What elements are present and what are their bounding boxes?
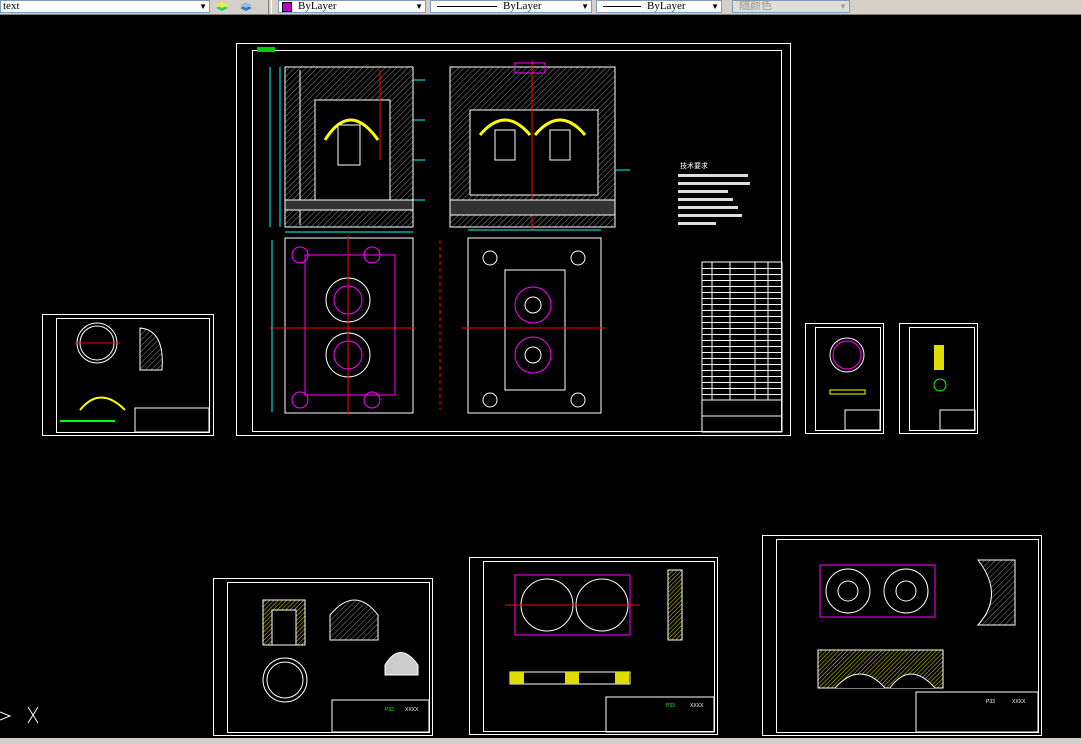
svg-text:P33: P33 <box>385 707 394 713</box>
plan-view-left <box>270 231 415 415</box>
part-sheet-3 <box>899 323 978 434</box>
section-view-right <box>449 60 630 230</box>
svg-text:XXXX: XXXX <box>690 703 704 709</box>
chevron-down-icon: ▼ <box>199 2 207 11</box>
color-swatch <box>282 1 292 12</box>
plan-view-right <box>462 229 605 414</box>
ucs-icon <box>0 706 39 724</box>
chevron-down-icon: ▼ <box>581 2 589 11</box>
part-sheet-4: P33 XXXX <box>213 578 433 736</box>
main-assembly-sheet: 技术要求 <box>236 43 791 436</box>
chevron-down-icon: ▼ <box>415 2 423 11</box>
linetype-preview <box>437 6 497 7</box>
layer-previous-icon[interactable] <box>238 0 254 13</box>
linetype-dropdown[interactable]: ByLayer ▼ <box>430 0 592 13</box>
lineweight-dropdown[interactable]: ByLayer ▼ <box>596 0 722 13</box>
svg-text:P33: P33 <box>666 703 675 709</box>
layout-tabs-bar[interactable] <box>0 738 1081 744</box>
svg-text:P33: P33 <box>986 699 995 705</box>
part-sheet-6: P33 XXXX <box>762 535 1042 736</box>
drawing-canvas[interactable]: 技术要求 P33 XXXX P33 XXXX P33 XXXX <box>0 15 1081 738</box>
text-style-dropdown[interactable]: text ▼ <box>0 0 210 13</box>
lineweight-preview <box>603 6 641 7</box>
chevron-down-icon: ▼ <box>711 2 719 11</box>
part-sheet-5: P33 XXXX <box>469 557 718 735</box>
plot-style-dropdown[interactable]: 随颜色 ▼ <box>732 0 850 13</box>
technical-notes: 技术要求 <box>678 161 750 225</box>
chevron-down-icon: ▼ <box>839 2 847 11</box>
svg-text:XXXX: XXXX <box>1012 699 1026 705</box>
section-view-left <box>269 66 425 228</box>
svg-text:XXXX: XXXX <box>405 707 419 713</box>
svg-text:技术要求: 技术要求 <box>680 161 708 170</box>
color-dropdown[interactable]: ByLayer ▼ <box>278 0 426 13</box>
layer-states-icon[interactable] <box>214 0 230 13</box>
part-sheet-1 <box>42 314 214 436</box>
part-sheet-2 <box>805 323 884 434</box>
properties-toolbar: text ▼ ByLayer ▼ ByLayer ▼ ByLayer ▼ 随颜色 ▼ <box>0 0 1081 15</box>
